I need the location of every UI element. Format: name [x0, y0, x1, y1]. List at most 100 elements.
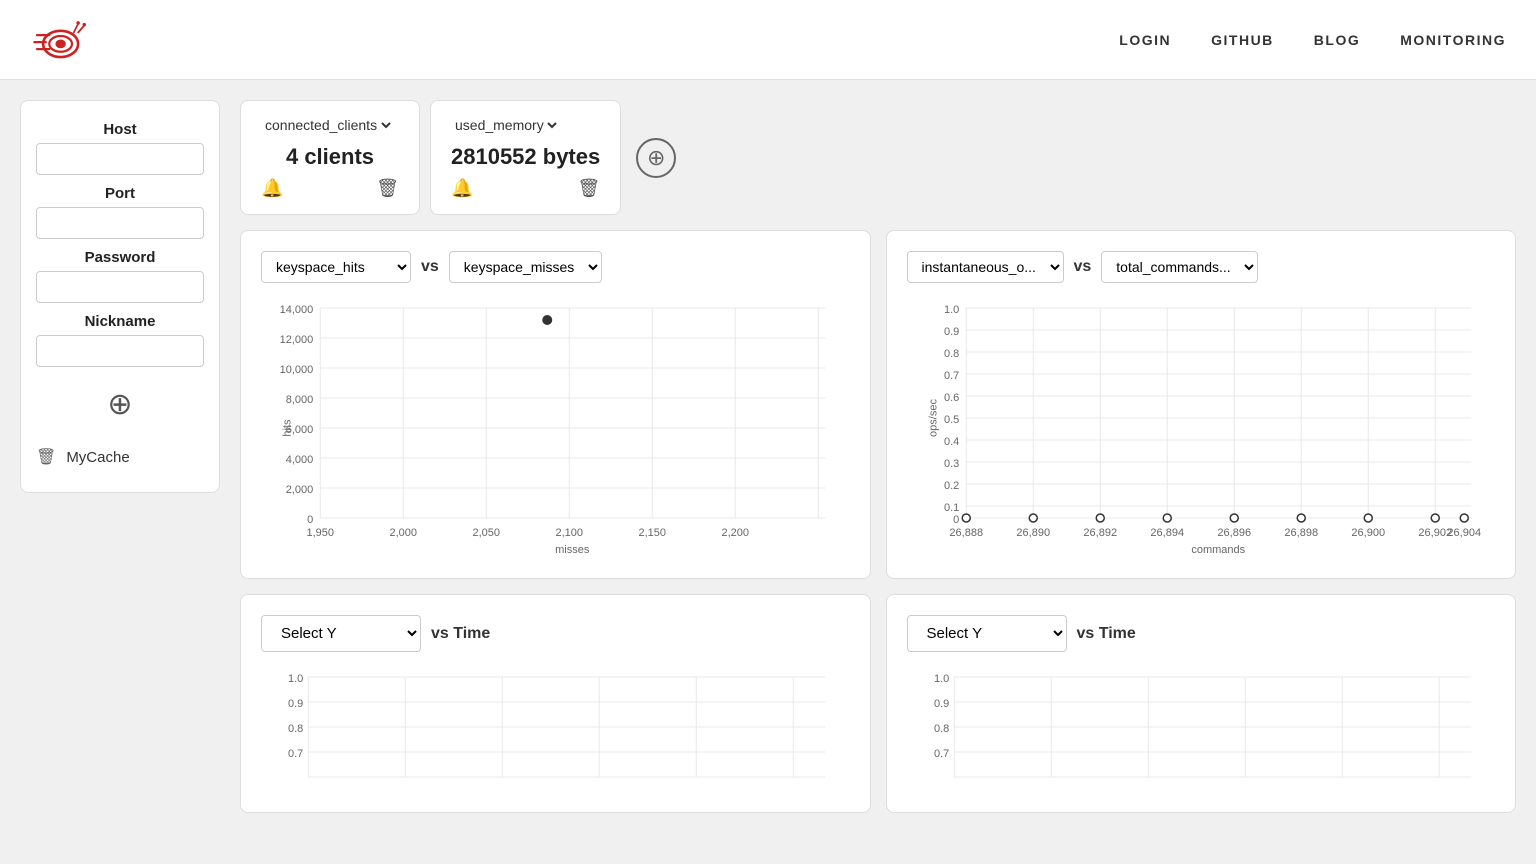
svg-text:26,890: 26,890	[1016, 527, 1050, 539]
svg-text:0.6: 0.6	[943, 392, 958, 404]
widget-header-1: connected_clients	[261, 116, 399, 134]
add-widget-button[interactable]: ⊕	[636, 138, 676, 178]
svg-text:0.1: 0.1	[943, 502, 958, 514]
scatter-chart-2-x-select[interactable]: total_commands...	[1101, 251, 1258, 283]
svg-text:0.7: 0.7	[288, 748, 303, 760]
svg-text:2,000: 2,000	[389, 527, 417, 539]
nav-monitoring[interactable]: MONITORING	[1400, 32, 1506, 48]
host-label: Host	[36, 121, 204, 138]
svg-text:0.7: 0.7	[943, 370, 958, 382]
scatter-chart-1-area: 14,000 12,000 10,000 8,000 6,000 4,000 2…	[261, 298, 850, 558]
svg-text:26,892: 26,892	[1083, 527, 1117, 539]
svg-text:2,200: 2,200	[721, 527, 749, 539]
svg-text:0.3: 0.3	[943, 458, 958, 470]
scatter-chart-2-area: 1.0 0.9 0.8 0.7 0.6 0.5 0.4 0.3 0.2 0.1 …	[907, 298, 1496, 558]
widget-metric-select-2[interactable]: used_memory	[451, 116, 560, 134]
scatter-chart-1-y-select[interactable]: keyspace_hits	[261, 251, 411, 283]
svg-text:26,894: 26,894	[1150, 527, 1184, 539]
svg-text:hits: hits	[281, 419, 293, 437]
scatter-chart-2-vs: vs	[1074, 258, 1092, 276]
svg-text:1.0: 1.0	[943, 304, 958, 316]
time-chart-2-y-select[interactable]: Select Y	[907, 615, 1067, 652]
logo	[30, 12, 100, 67]
svg-text:26,900: 26,900	[1351, 527, 1385, 539]
widget-connected-clients: connected_clients 4 clients 🔔 🗑	[240, 100, 420, 215]
select-y-container-2: Select Y	[907, 615, 1067, 652]
main-nav: LOGIN GITHUB BLOG MONITORING	[1119, 32, 1506, 48]
svg-text:0.2: 0.2	[943, 480, 958, 492]
password-field-group: Password	[36, 249, 204, 303]
widget-value-2: 2810552 bytes	[451, 144, 600, 170]
port-field-group: Port	[36, 185, 204, 239]
svg-text:0.8: 0.8	[933, 723, 948, 735]
logo-icon	[30, 12, 100, 67]
trash-icon-2[interactable]: 🗑	[577, 178, 600, 199]
select-y-container-1: Select Y	[261, 615, 421, 652]
scatter-chart-1-svg: 14,000 12,000 10,000 8,000 6,000 4,000 2…	[261, 298, 850, 558]
svg-text:26,898: 26,898	[1284, 527, 1318, 539]
svg-text:2,000: 2,000	[286, 484, 314, 496]
svg-text:0.7: 0.7	[933, 748, 948, 760]
widget-footer-2: 🔔 🗑	[451, 178, 600, 199]
time-charts-row: Select Y vs Time 1.0 0.9 0.8 0.7	[240, 594, 1516, 813]
main-content: Host Port Password Nickname ⊕ 🗑 MyCache	[0, 80, 1536, 833]
port-label: Port	[36, 185, 204, 202]
add-connection-button[interactable]: ⊕	[36, 377, 204, 432]
svg-text:0.8: 0.8	[288, 723, 303, 735]
svg-text:0.5: 0.5	[943, 414, 958, 426]
svg-text:4,000: 4,000	[286, 454, 314, 466]
svg-text:2,100: 2,100	[555, 527, 583, 539]
widget-metric-select-1[interactable]: connected_clients	[261, 116, 394, 134]
svg-text:ops/sec: ops/sec	[927, 399, 939, 437]
time-chart-1-vs-time: vs Time	[431, 625, 490, 643]
trash-icon[interactable]: 🗑	[36, 447, 56, 467]
svg-text:1.0: 1.0	[933, 673, 948, 685]
svg-text:0: 0	[953, 514, 959, 526]
svg-text:commands: commands	[1191, 544, 1245, 556]
cache-item-mycache[interactable]: 🗑 MyCache	[36, 442, 204, 472]
time-chart-2-vs-time: vs Time	[1077, 625, 1136, 643]
host-field-group: Host	[36, 121, 204, 175]
svg-text:0.9: 0.9	[943, 326, 958, 338]
nickname-input[interactable]	[36, 335, 204, 367]
scatter-chart-2-svg: 1.0 0.9 0.8 0.7 0.6 0.5 0.4 0.3 0.2 0.1 …	[907, 298, 1496, 558]
scatter-chart-2-header: instantaneous_o... vs total_commands...	[907, 251, 1496, 283]
port-input[interactable]	[36, 207, 204, 239]
svg-text:0.4: 0.4	[943, 436, 958, 448]
svg-text:0.9: 0.9	[933, 698, 948, 710]
cache-name: MyCache	[66, 449, 129, 466]
widget-header-2: used_memory	[451, 116, 600, 134]
nav-blog[interactable]: BLOG	[1314, 32, 1360, 48]
sidebar: Host Port Password Nickname ⊕ 🗑 MyCache	[20, 100, 220, 493]
content-area: connected_clients 4 clients 🔔 🗑 used_mem…	[240, 100, 1516, 813]
scatter-chart-1-x-select[interactable]: keyspace_misses	[449, 251, 602, 283]
scatter-chart-2: instantaneous_o... vs total_commands... …	[886, 230, 1517, 579]
widgets-row: connected_clients 4 clients 🔔 🗑 used_mem…	[240, 100, 1516, 215]
nav-login[interactable]: LOGIN	[1119, 32, 1171, 48]
svg-text:misses: misses	[555, 544, 590, 556]
svg-text:10,000: 10,000	[280, 364, 314, 376]
bell-icon-2[interactable]: 🔔	[451, 178, 473, 199]
password-input[interactable]	[36, 271, 204, 303]
svg-text:14,000: 14,000	[280, 304, 314, 316]
header: LOGIN GITHUB BLOG MONITORING	[0, 0, 1536, 80]
scatter-chart-2-y-select[interactable]: instantaneous_o...	[907, 251, 1064, 283]
svg-text:2,050: 2,050	[472, 527, 500, 539]
scatter-chart-1-vs: vs	[421, 258, 439, 276]
scatter-chart-1: keyspace_hits vs keyspace_misses 14,000 …	[240, 230, 871, 579]
svg-text:1,950: 1,950	[306, 527, 334, 539]
time-chart-1-y-select[interactable]: Select Y	[261, 615, 421, 652]
trash-icon-1[interactable]: 🗑	[376, 178, 399, 199]
svg-text:26,904: 26,904	[1447, 527, 1481, 539]
nickname-field-group: Nickname	[36, 313, 204, 367]
nav-github[interactable]: GITHUB	[1211, 32, 1274, 48]
host-input[interactable]	[36, 143, 204, 175]
time-chart-2-svg: 1.0 0.9 0.8 0.7	[907, 667, 1496, 787]
svg-text:12,000: 12,000	[280, 334, 314, 346]
widget-footer-1: 🔔 🗑	[261, 178, 399, 199]
bell-icon-1[interactable]: 🔔	[261, 178, 283, 199]
svg-text:2,150: 2,150	[638, 527, 666, 539]
time-chart-1-svg: 1.0 0.9 0.8 0.7	[261, 667, 850, 787]
password-label: Password	[36, 249, 204, 266]
svg-text:0.8: 0.8	[943, 348, 958, 360]
